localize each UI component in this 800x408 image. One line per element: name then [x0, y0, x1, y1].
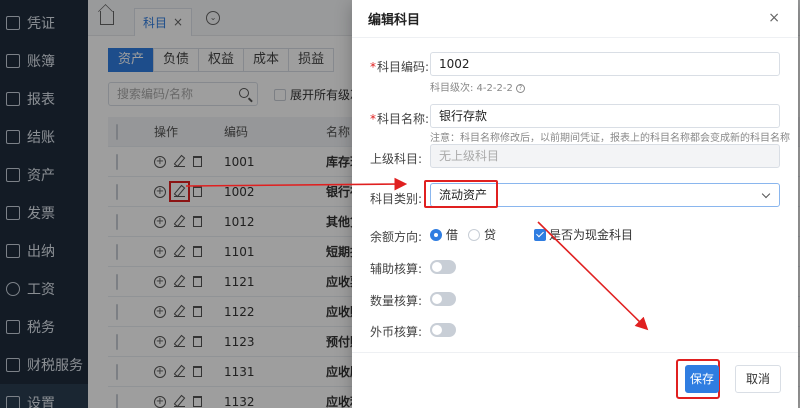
edit-subject-dialog: 编辑科目 × *科目编码: 1002 科目级次: 4-2-2-2? *科目名称:… — [352, 0, 798, 408]
cash-subject-checkbox[interactable]: 是否为现金科目 — [534, 226, 633, 243]
fx-toggle[interactable] — [430, 323, 456, 337]
close-icon[interactable]: × — [768, 10, 780, 26]
level-hint: 科目级次: 4-2-2-2? — [430, 79, 525, 94]
checkbox-checked-icon — [534, 228, 547, 241]
direction-debit[interactable]: 借 — [430, 226, 458, 243]
qty-toggle[interactable] — [430, 292, 456, 306]
direction-credit[interactable]: 贷 — [468, 226, 496, 243]
cancel-button[interactable]: 取消 — [735, 365, 781, 393]
code-input[interactable]: 1002 — [430, 52, 780, 76]
name-hint: 注意：科目名称修改后，以前期间凭证，报表上的科目名称都会变成新的科目名称 — [430, 133, 790, 144]
name-input[interactable]: 银行存款 — [430, 104, 780, 128]
direction-group: 借 贷 是否为现金科目 — [430, 226, 643, 243]
parent-input: 无上级科目 — [430, 144, 780, 168]
radio-debit — [430, 228, 442, 241]
chevron-down-icon[interactable] — [761, 189, 771, 199]
dialog-footer: 保存 取消 — [352, 352, 798, 408]
aux-toggle[interactable] — [430, 260, 456, 274]
category-highlight — [424, 180, 498, 208]
dialog-title: 编辑科目 — [352, 0, 798, 38]
save-button[interactable]: 保存 — [685, 365, 719, 393]
radio-credit — [468, 228, 481, 241]
help-icon: ? — [515, 83, 525, 93]
